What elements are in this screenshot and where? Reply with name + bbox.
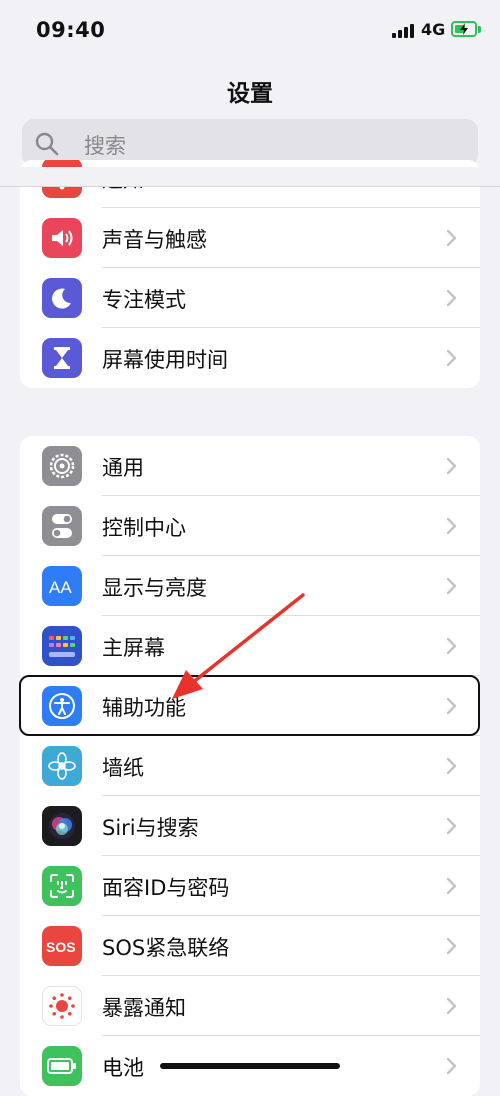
row-label: 屏幕使用时间 bbox=[102, 348, 228, 372]
settings-row-display[interactable]: AA 显示与亮度 bbox=[20, 556, 480, 616]
sos-icon: SOS bbox=[42, 926, 82, 966]
chevron-right-icon bbox=[446, 757, 457, 775]
speaker-icon bbox=[42, 218, 82, 258]
moon-icon bbox=[42, 278, 82, 318]
status-bar: 09:40 4G bbox=[0, 0, 500, 60]
chevron-right-icon bbox=[446, 577, 457, 595]
flower-icon bbox=[42, 746, 82, 786]
chevron-right-icon bbox=[446, 289, 457, 307]
search-placeholder: 搜索 bbox=[84, 134, 126, 158]
row-label: 主屏幕 bbox=[102, 636, 165, 660]
gear-icon bbox=[42, 446, 82, 486]
cellular-signal-icon bbox=[392, 22, 416, 38]
battery-cap bbox=[478, 26, 481, 33]
chevron-right-icon bbox=[446, 1057, 457, 1075]
exposure-icon bbox=[42, 986, 82, 1026]
settings-row-face-id[interactable]: 面容ID与密码 bbox=[20, 856, 480, 916]
row-label: 声音与触感 bbox=[102, 228, 207, 252]
page-title: 设置 bbox=[227, 81, 273, 107]
network-type: 4G bbox=[421, 20, 446, 39]
chevron-right-icon bbox=[446, 457, 457, 475]
settings-row-general[interactable]: 通用 bbox=[20, 436, 480, 496]
settings-row-wallpaper[interactable]: 墙纸 bbox=[20, 736, 480, 796]
settings-row-focus[interactable]: 专注模式 bbox=[20, 268, 480, 328]
settings-row-siri[interactable]: Siri与搜索 bbox=[20, 796, 480, 856]
siri-icon bbox=[42, 806, 82, 846]
settings-row-sos[interactable]: SOS SOS紧急联络 bbox=[20, 916, 480, 976]
row-label: 面容ID与密码 bbox=[102, 876, 230, 900]
hourglass-icon bbox=[42, 338, 82, 378]
row-label: 墙纸 bbox=[102, 756, 144, 780]
row-label: 控制中心 bbox=[102, 516, 186, 540]
chevron-right-icon bbox=[446, 349, 457, 367]
header-backdrop bbox=[0, 167, 500, 186]
face-id-icon bbox=[42, 866, 82, 906]
highlight-box bbox=[19, 675, 480, 736]
settings-row-sounds[interactable]: 声音与触感 bbox=[20, 208, 480, 268]
status-time: 09:40 bbox=[36, 18, 106, 42]
settings-row-home-screen[interactable]: 主屏幕 bbox=[20, 616, 480, 676]
home-indicator bbox=[160, 1063, 340, 1069]
settings-row-exposure[interactable]: 暴露通知 bbox=[20, 976, 480, 1036]
row-label: Siri与搜索 bbox=[102, 816, 199, 840]
row-label: 显示与亮度 bbox=[102, 576, 207, 600]
battery-icon bbox=[42, 1046, 82, 1086]
header-divider bbox=[0, 186, 500, 187]
chevron-right-icon bbox=[446, 937, 457, 955]
svg-text:AA: AA bbox=[49, 578, 72, 597]
search-icon bbox=[35, 132, 59, 156]
row-label: 电池 bbox=[102, 1056, 144, 1080]
chevron-right-icon bbox=[446, 229, 457, 247]
svg-text:SOS: SOS bbox=[46, 939, 76, 955]
settings-row-screen-time[interactable]: 屏幕使用时间 bbox=[20, 328, 480, 388]
chevron-right-icon bbox=[446, 517, 457, 535]
chevron-right-icon bbox=[446, 817, 457, 835]
battery-charging-icon bbox=[451, 21, 477, 37]
text-size-icon: AA bbox=[42, 566, 82, 606]
settings-row-control-center[interactable]: 控制中心 bbox=[20, 496, 480, 556]
row-label: 暴露通知 bbox=[102, 996, 186, 1020]
app-grid-icon bbox=[42, 626, 82, 666]
settings-group-1: 通知 声音与触感 专注模式 屏幕使用时间 bbox=[20, 160, 480, 388]
row-label: 通用 bbox=[102, 456, 144, 480]
settings-group-2: 通用 控制中心 AA 显示与亮度 主屏幕 辅助功能 墙纸 Siri与搜索 面容I… bbox=[20, 436, 480, 1096]
chevron-right-icon bbox=[446, 877, 457, 895]
chevron-right-icon bbox=[446, 997, 457, 1015]
switches-icon bbox=[42, 506, 82, 546]
chevron-right-icon bbox=[446, 637, 457, 655]
row-label: SOS紧急联络 bbox=[102, 936, 230, 960]
row-label: 专注模式 bbox=[102, 288, 186, 312]
